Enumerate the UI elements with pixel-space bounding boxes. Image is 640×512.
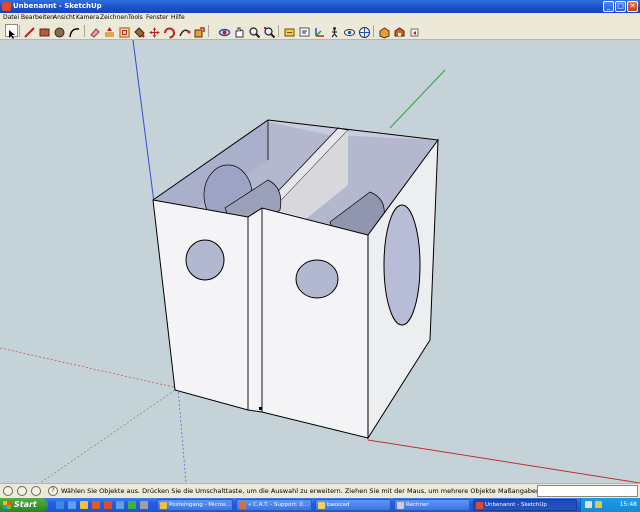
- toolbar-separator: [278, 25, 279, 37]
- side-port-hole: [383, 204, 421, 326]
- explorer-icon[interactable]: [116, 501, 124, 509]
- task-label: basscad: [327, 502, 350, 508]
- zoom-icon[interactable]: [248, 24, 261, 39]
- task-cat-support[interactable]: « C.A.T. - Support: 0...: [236, 499, 312, 511]
- sketchup-task-icon: [476, 502, 483, 509]
- menu-kamera[interactable]: Kamera: [76, 13, 99, 22]
- start-button[interactable]: Start: [0, 498, 48, 512]
- eraser-icon[interactable]: [88, 24, 101, 38]
- offset-icon[interactable]: [118, 24, 131, 38]
- components-icon[interactable]: [378, 24, 391, 39]
- task-rechner[interactable]: Rechner: [394, 499, 470, 511]
- clock[interactable]: 15:48: [620, 498, 637, 512]
- sketchup-window: Unbenannt - SketchUp _ □ ✕ Datei Bearbei…: [0, 0, 640, 512]
- start-label: Start: [14, 500, 37, 509]
- red-axis-line: [367, 439, 640, 483]
- paint-bucket-icon[interactable]: [133, 24, 146, 38]
- task-label: Unbenannt - SketchUp: [485, 502, 547, 508]
- 3d-warehouse-icon[interactable]: [393, 24, 406, 37]
- maximize-button[interactable]: □: [615, 1, 626, 12]
- task-outlook[interactable]: Posteingang - Micros...: [157, 499, 233, 511]
- box-front-face: [152, 199, 369, 439]
- firefox-task-icon: [239, 502, 246, 509]
- sketchup-quicklaunch-icon[interactable]: [104, 501, 112, 509]
- credits-icon[interactable]: [17, 486, 27, 496]
- toolbar-separator: [84, 25, 85, 37]
- tape-measure-icon[interactable]: [283, 24, 296, 37]
- task-basscad[interactable]: basscad: [315, 499, 391, 511]
- media-icon[interactable]: [128, 501, 136, 509]
- look-around-icon[interactable]: [343, 24, 356, 37]
- volume-icon[interactable]: [595, 501, 602, 508]
- scale-icon[interactable]: [193, 24, 206, 38]
- system-tray: 15:48: [580, 498, 640, 512]
- green-axis-line: [389, 69, 446, 129]
- help-icon[interactable]: ?: [48, 486, 58, 496]
- menu-ansicht[interactable]: Ansicht: [53, 13, 75, 22]
- menu-datei[interactable]: Datei: [3, 13, 19, 22]
- menu-hilfe[interactable]: Hilfe: [171, 13, 185, 22]
- status-hint-text: Wählen Sie Objekte aus. Drücken Sie die …: [61, 487, 496, 495]
- minimize-button[interactable]: _: [603, 1, 614, 12]
- toolbar-separator: [19, 25, 20, 37]
- line-icon[interactable]: [23, 24, 36, 38]
- quicklaunch-more-icon[interactable]: [140, 501, 148, 509]
- model-canvas[interactable]: [0, 40, 640, 483]
- toolbar: [0, 22, 640, 40]
- menu-tools[interactable]: Tools: [128, 13, 143, 22]
- green-axis-dashed: [39, 387, 179, 483]
- select-icon[interactable]: [5, 24, 18, 39]
- zoom-extents-icon[interactable]: [263, 24, 276, 39]
- walk-icon[interactable]: [328, 24, 341, 38]
- vertex-marker: [259, 407, 262, 410]
- outlook-icon[interactable]: [80, 501, 88, 509]
- menu-bearbeiten[interactable]: Bearbeiten: [21, 13, 54, 22]
- window-title: Unbenannt - SketchUp: [13, 2, 102, 10]
- move-icon[interactable]: [148, 24, 161, 38]
- orbit-icon[interactable]: [218, 24, 231, 37]
- task-label: « C.A.T. - Support: 0...: [248, 502, 309, 508]
- show-desktop-icon[interactable]: [56, 501, 64, 509]
- title-bar: Unbenannt - SketchUp _ □ ✕: [0, 0, 640, 13]
- measurements-label: Maßangaben: [498, 487, 541, 495]
- network-icon[interactable]: [585, 501, 592, 508]
- task-label: Posteingang - Micros...: [169, 502, 232, 508]
- menu-fenster[interactable]: Fenster: [146, 13, 168, 22]
- red-axis-dashed: [0, 347, 179, 389]
- rotate-icon[interactable]: [163, 24, 176, 39]
- toolbar-separator: [373, 25, 374, 37]
- share-model-icon[interactable]: [408, 24, 421, 37]
- drawing-viewport[interactable]: [0, 40, 640, 483]
- folder-task-icon: [318, 502, 325, 509]
- calculator-task-icon: [397, 502, 404, 509]
- toolbar-separator: [208, 25, 209, 37]
- follow-me-icon[interactable]: [178, 24, 191, 37]
- blue-axis-dashed: [177, 387, 187, 483]
- arc-icon[interactable]: [68, 24, 81, 38]
- measurements-input[interactable]: [537, 485, 638, 497]
- circle-icon[interactable]: [53, 24, 66, 38]
- geo-location-icon[interactable]: [3, 486, 13, 496]
- user-status-icon[interactable]: [31, 486, 41, 496]
- menu-bar: Datei Bearbeiten Ansicht Kamera Zeichnen…: [0, 13, 640, 22]
- status-bar: ? Wählen Sie Objekte aus. Drücken Sie di…: [0, 483, 640, 498]
- front-port-left: [185, 239, 225, 281]
- task-sketchup[interactable]: Unbenannt - SketchUp: [473, 499, 577, 511]
- menu-zeichnen[interactable]: Zeichnen: [100, 13, 128, 22]
- sketchup-app-icon: [2, 2, 11, 11]
- front-port-right: [295, 259, 339, 299]
- text-icon[interactable]: [298, 24, 311, 37]
- position-camera-icon[interactable]: [358, 24, 371, 38]
- rectangle-icon[interactable]: [38, 24, 51, 37]
- internet-explorer-icon[interactable]: [68, 501, 76, 509]
- windows-taskbar: Start Posteingang - Micros... « C.A.T. -…: [0, 498, 640, 512]
- pan-icon[interactable]: [233, 24, 246, 38]
- close-button[interactable]: ✕: [627, 1, 638, 12]
- firefox-icon[interactable]: [92, 501, 100, 509]
- outlook-task-icon: [160, 502, 167, 509]
- task-label: Rechner: [406, 502, 429, 508]
- axes-icon[interactable]: [313, 24, 326, 37]
- windows-logo-icon: [3, 501, 11, 509]
- push-pull-icon[interactable]: [103, 24, 116, 37]
